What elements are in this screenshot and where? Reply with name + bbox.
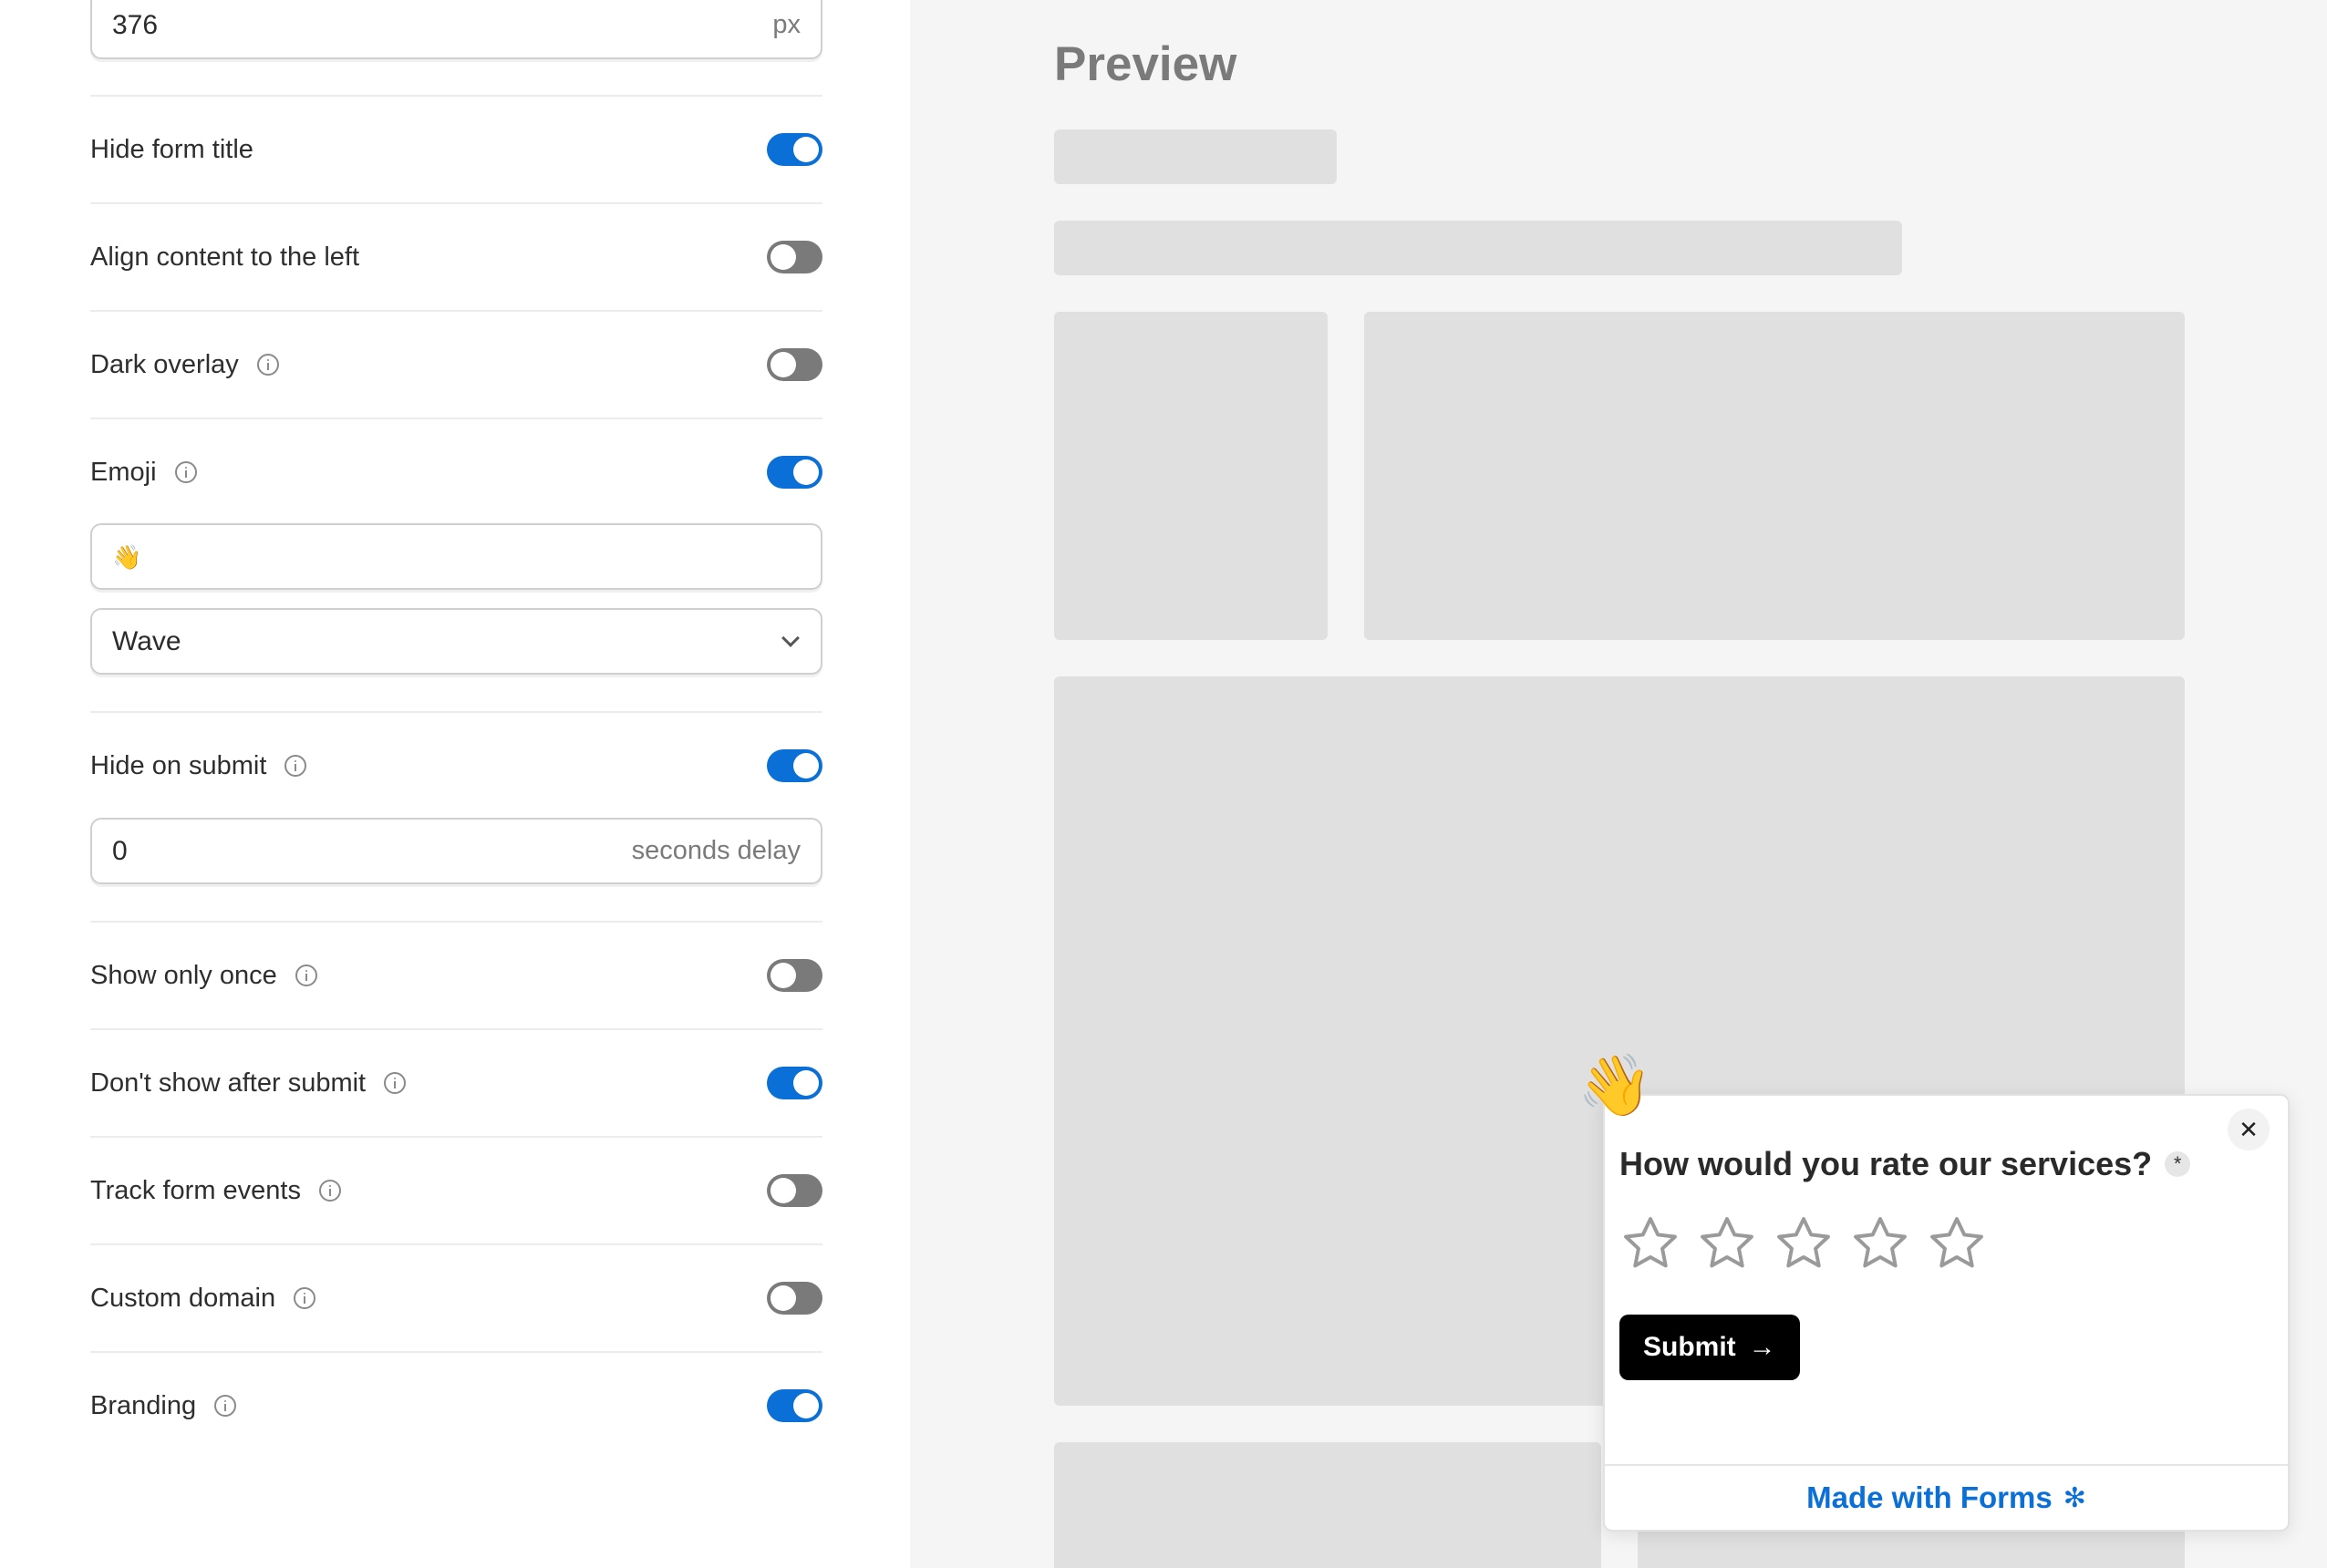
info-icon[interactable]: [214, 1395, 237, 1417]
custom-domain-toggle[interactable]: [767, 1282, 822, 1315]
setting-label: Show only once: [90, 960, 277, 990]
chevron-down-icon: [781, 628, 800, 647]
arrow-right-icon: →: [1748, 1332, 1776, 1362]
branding-toggle[interactable]: [767, 1389, 822, 1422]
divider: [90, 418, 822, 419]
emoji-select-value: Wave: [112, 625, 181, 656]
dont-show-after-submit-toggle[interactable]: [767, 1067, 822, 1099]
star-icon[interactable]: [1849, 1212, 1911, 1274]
toggle-knob: [770, 963, 796, 988]
setting-track-form-events: Track form events: [90, 1163, 822, 1218]
toggle-knob: [770, 1178, 796, 1203]
divider: [90, 310, 822, 312]
setting-hide-form-title: Hide form title: [90, 122, 822, 177]
setting-dark-overlay: Dark overlay: [90, 337, 822, 392]
setting-label: Hide on submit: [90, 750, 267, 780]
popup-question: How would you rate our services? *: [1619, 1145, 2191, 1183]
track-form-events-toggle[interactable]: [767, 1174, 822, 1207]
toggle-knob: [793, 1070, 819, 1096]
width-input-suffix: px: [772, 10, 801, 39]
setting-label: Custom domain: [90, 1283, 276, 1313]
made-with-forms-link[interactable]: Made with Forms: [1806, 1480, 2053, 1515]
star-icon[interactable]: [1619, 1212, 1681, 1274]
placeholder-block: [1054, 1442, 1601, 1568]
submit-label: Submit: [1643, 1332, 1736, 1362]
placeholder-block: [1054, 221, 1902, 275]
align-left-toggle[interactable]: [767, 241, 822, 273]
star-icon[interactable]: [1926, 1212, 1988, 1274]
divider: [90, 202, 822, 204]
toggle-knob: [793, 1393, 819, 1418]
toggle-knob: [793, 753, 819, 779]
setting-label: Track form events: [90, 1175, 301, 1205]
preview-area: Preview 👋 ✕ How would you rate our servi…: [910, 0, 2327, 1568]
settings-panel: 376 px Hide form title Align content to …: [0, 0, 910, 1568]
toggle-knob: [770, 352, 796, 377]
divider: [90, 921, 822, 923]
placeholder-block: [1054, 129, 1337, 184]
question-text: How would you rate our services?: [1619, 1145, 2153, 1182]
divider: [90, 1351, 822, 1353]
dark-overlay-toggle[interactable]: [767, 348, 822, 381]
wave-emoji-icon: 👋: [1577, 1051, 1653, 1119]
setting-branding: Branding: [90, 1378, 822, 1433]
setting-align-left: Align content to the left: [90, 230, 822, 284]
star-rating: [1619, 1212, 1988, 1274]
hide-on-submit-toggle[interactable]: [767, 749, 822, 782]
forms-logo-icon: ✻: [2063, 1482, 2086, 1513]
info-icon[interactable]: [295, 965, 317, 986]
hide-form-title-toggle[interactable]: [767, 133, 822, 166]
setting-label: Align content to the left: [90, 242, 360, 272]
emoji-toggle[interactable]: [767, 456, 822, 489]
placeholder-block: [1364, 312, 2185, 640]
required-marker: *: [2165, 1151, 2191, 1177]
info-icon[interactable]: [256, 354, 279, 376]
show-only-once-toggle[interactable]: [767, 959, 822, 992]
setting-label: Hide form title: [90, 134, 253, 164]
setting-emoji: Emoji: [90, 445, 822, 500]
width-input-value: 376: [112, 9, 159, 40]
info-icon[interactable]: [174, 461, 197, 483]
delay-input[interactable]: 0 seconds delay: [90, 818, 822, 884]
feedback-popup: 👋 ✕ How would you rate our services? * S…: [1577, 1055, 2290, 1532]
toggle-knob: [770, 1285, 796, 1311]
setting-dont-show-after-submit: Don't show after submit: [90, 1056, 822, 1110]
toggle-knob: [793, 137, 819, 162]
info-icon[interactable]: [318, 1180, 341, 1202]
close-icon[interactable]: ✕: [2228, 1109, 2270, 1150]
width-input[interactable]: 376 px: [90, 0, 822, 59]
star-icon[interactable]: [1696, 1212, 1758, 1274]
delay-input-value: 0: [112, 835, 128, 866]
divider: [90, 1136, 822, 1138]
setting-label: Dark overlay: [90, 349, 239, 379]
divider: [90, 95, 822, 97]
divider: [90, 1243, 822, 1245]
placeholder-block: [1054, 312, 1328, 640]
delay-input-suffix: seconds delay: [631, 836, 801, 865]
preview-title: Preview: [1054, 37, 1237, 91]
toggle-knob: [770, 244, 796, 270]
setting-label: Emoji: [90, 457, 157, 487]
divider: [90, 711, 822, 713]
submit-button[interactable]: Submit →: [1619, 1315, 1800, 1380]
setting-label: Don't show after submit: [90, 1068, 367, 1098]
info-icon[interactable]: [284, 755, 307, 777]
emoji-select[interactable]: Wave: [90, 608, 822, 675]
popup-footer: Made with Forms ✻: [1605, 1464, 2288, 1530]
setting-hide-on-submit: Hide on submit: [90, 738, 822, 793]
info-icon[interactable]: [384, 1072, 407, 1094]
divider: [90, 1028, 822, 1030]
star-icon[interactable]: [1773, 1212, 1835, 1274]
emoji-input-value: 👋: [112, 542, 142, 571]
setting-custom-domain: Custom domain: [90, 1271, 822, 1326]
toggle-knob: [793, 459, 819, 485]
setting-show-only-once: Show only once: [90, 948, 822, 1003]
emoji-input[interactable]: 👋: [90, 523, 822, 590]
info-icon[interactable]: [294, 1287, 316, 1309]
setting-label: Branding: [90, 1390, 197, 1420]
